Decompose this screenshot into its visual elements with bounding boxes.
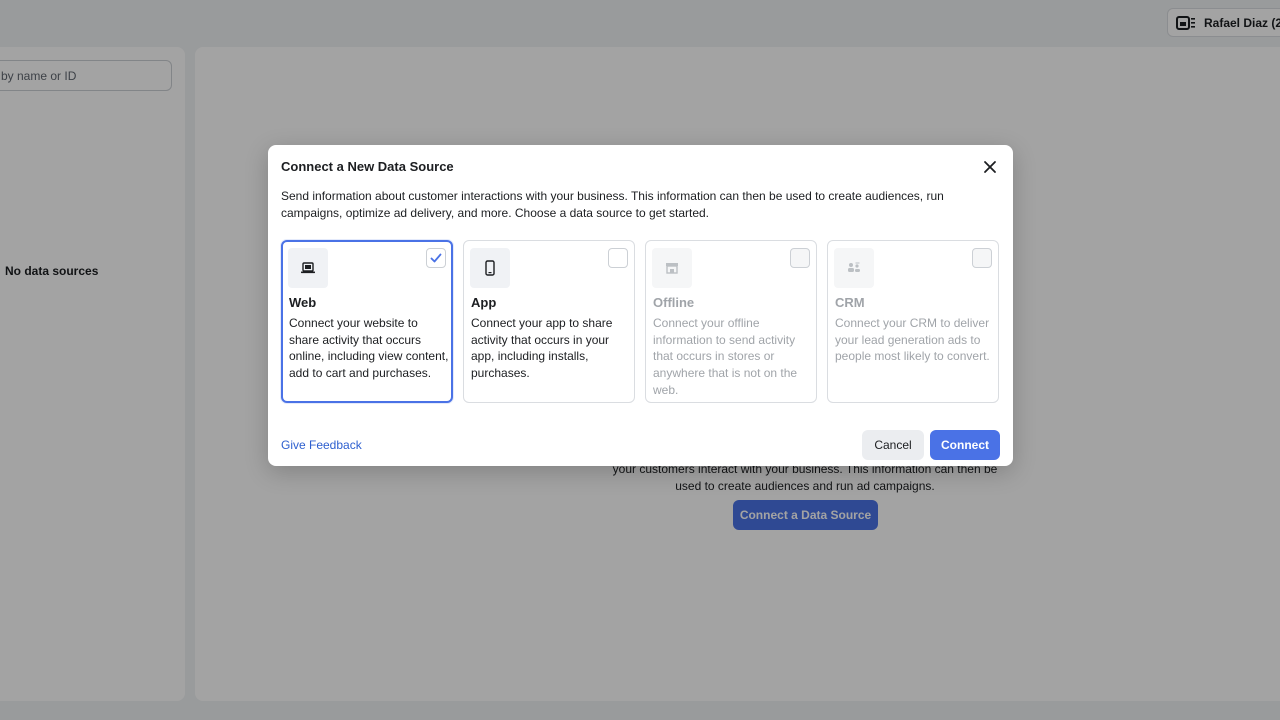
card-description: Connect your app to share activity that … xyxy=(471,316,613,381)
mobile-icon xyxy=(485,260,495,276)
card-description: Connect your website to share activity t… xyxy=(289,316,449,381)
laptop-icon xyxy=(301,262,315,274)
close-icon xyxy=(984,161,996,173)
source-card-crm: CRM Connect your CRM to deliver your lea… xyxy=(827,240,999,403)
people-icon xyxy=(848,262,860,272)
card-description: Connect your CRM to deliver your lead ge… xyxy=(835,316,990,364)
card-description: Connect your offline information to send… xyxy=(653,316,798,397)
card-title: Offline xyxy=(653,295,695,310)
card-icon-box xyxy=(652,248,692,288)
card-icon-box xyxy=(834,248,874,288)
dialog-title: Connect a New Data Source xyxy=(281,159,454,174)
web-checkbox[interactable] xyxy=(426,248,446,268)
card-icon-box xyxy=(470,248,510,288)
dialog-description: Send information about customer interact… xyxy=(281,189,944,220)
connect-button[interactable]: Connect xyxy=(930,430,1000,460)
card-icon-box xyxy=(288,248,328,288)
source-card-app[interactable]: App Connect your app to share activity t… xyxy=(463,240,635,403)
checkmark-icon xyxy=(430,253,442,263)
app-checkbox[interactable] xyxy=(608,248,628,268)
source-card-web[interactable]: Web Connect your website to share activi… xyxy=(281,240,453,403)
crm-checkbox xyxy=(972,248,992,268)
give-feedback-link[interactable]: Give Feedback xyxy=(281,438,362,452)
card-title: App xyxy=(471,295,497,310)
offline-checkbox xyxy=(790,248,810,268)
close-button[interactable] xyxy=(981,158,999,176)
card-title: CRM xyxy=(835,295,865,310)
connect-data-source-dialog: Connect a New Data Source Send informati… xyxy=(268,145,1013,466)
store-icon xyxy=(666,263,678,274)
cancel-button[interactable]: Cancel xyxy=(862,430,924,460)
card-title: Web xyxy=(289,295,317,310)
source-card-offline: Offline Connect your offline information… xyxy=(645,240,817,403)
